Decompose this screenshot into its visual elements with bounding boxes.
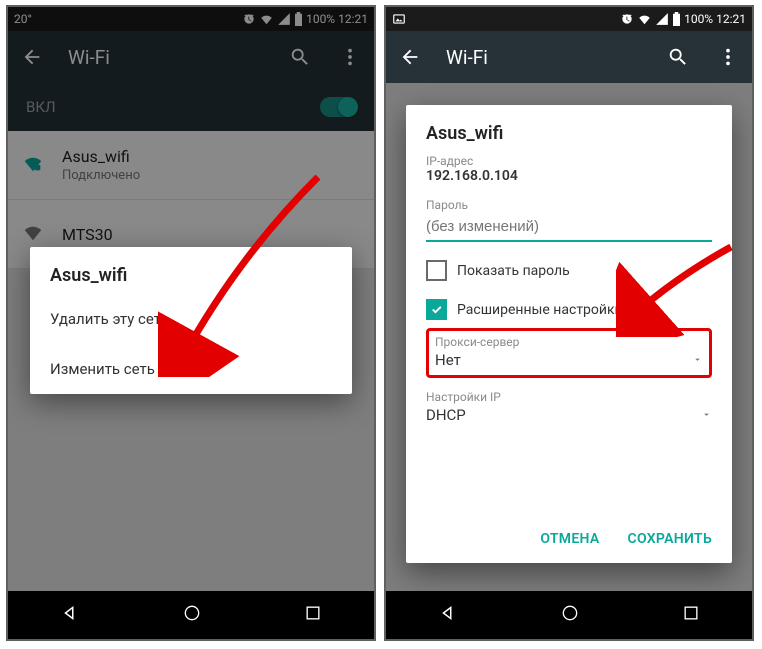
ip-settings-value: DHCP <box>426 406 466 424</box>
modify-network-item[interactable]: Изменить сеть <box>30 344 352 394</box>
advanced-label: Расширенные настройки <box>457 302 623 318</box>
alarm-icon <box>620 12 634 26</box>
chevron-down-icon <box>701 406 712 424</box>
nav-home-button[interactable] <box>560 603 580 627</box>
battery-pct: 100% <box>684 12 713 26</box>
ip-settings-dropdown[interactable]: Настройки IP DHCP <box>426 390 712 424</box>
phone-right: 100% 12:21 Wi-Fi Asus_wifi IP-адрес 192.… <box>384 5 754 641</box>
ip-value: 192.168.0.104 <box>426 168 712 184</box>
nav-recent-button[interactable] <box>303 603 323 627</box>
password-label: Пароль <box>426 198 712 212</box>
proxy-dropdown[interactable]: Прокси-сервер Нет <box>435 335 703 369</box>
edit-network-dialog: Asus_wifi IP-адрес 192.168.0.104 Пароль … <box>406 105 732 563</box>
status-bar: 100% 12:21 <box>386 7 752 31</box>
proxy-label: Прокси-сервер <box>435 335 703 349</box>
save-button[interactable]: СОХРАНИТЬ <box>628 531 712 547</box>
proxy-value: Нет <box>435 351 461 369</box>
nav-bar <box>386 591 752 639</box>
page-title: Wi-Fi <box>446 46 642 69</box>
signal-icon <box>655 12 669 26</box>
show-password-row[interactable]: Показать пароль <box>426 260 712 281</box>
nav-back-button[interactable] <box>59 602 81 628</box>
show-password-label: Показать пароль <box>457 263 570 279</box>
app-bar: Wi-Fi <box>386 31 752 83</box>
battery-icon <box>672 12 681 26</box>
chevron-down-icon <box>692 351 703 369</box>
ip-label: IP-адрес <box>426 154 712 168</box>
ip-settings-label: Настройки IP <box>426 390 712 404</box>
proxy-highlight-box: Прокси-сервер Нет <box>426 328 712 378</box>
context-menu-title: Asus_wifi <box>30 247 352 294</box>
password-input[interactable] <box>426 212 712 242</box>
forget-network-item[interactable]: Удалить эту сеть <box>30 294 352 344</box>
nav-recent-button[interactable] <box>681 603 701 627</box>
show-password-checkbox[interactable] <box>426 260 447 281</box>
clock: 12:21 <box>716 12 746 26</box>
nav-home-button[interactable] <box>182 603 202 627</box>
advanced-row[interactable]: Расширенные настройки <box>426 299 712 320</box>
nav-back-button[interactable] <box>437 602 459 628</box>
dialog-title: Asus_wifi <box>426 123 712 144</box>
network-context-menu: Asus_wifi Удалить эту сеть Изменить сеть <box>30 247 352 394</box>
search-button[interactable] <box>664 43 692 71</box>
phone-left: 20° 100% 12:21 Wi-Fi <box>6 5 376 641</box>
overflow-menu-button[interactable] <box>714 43 742 71</box>
back-button[interactable] <box>396 43 424 71</box>
screenshot-icon <box>392 12 406 26</box>
advanced-checkbox[interactable] <box>426 299 447 320</box>
nav-bar <box>8 591 374 639</box>
wifi-icon <box>637 12 652 26</box>
cancel-button[interactable]: ОТМЕНА <box>540 531 599 547</box>
